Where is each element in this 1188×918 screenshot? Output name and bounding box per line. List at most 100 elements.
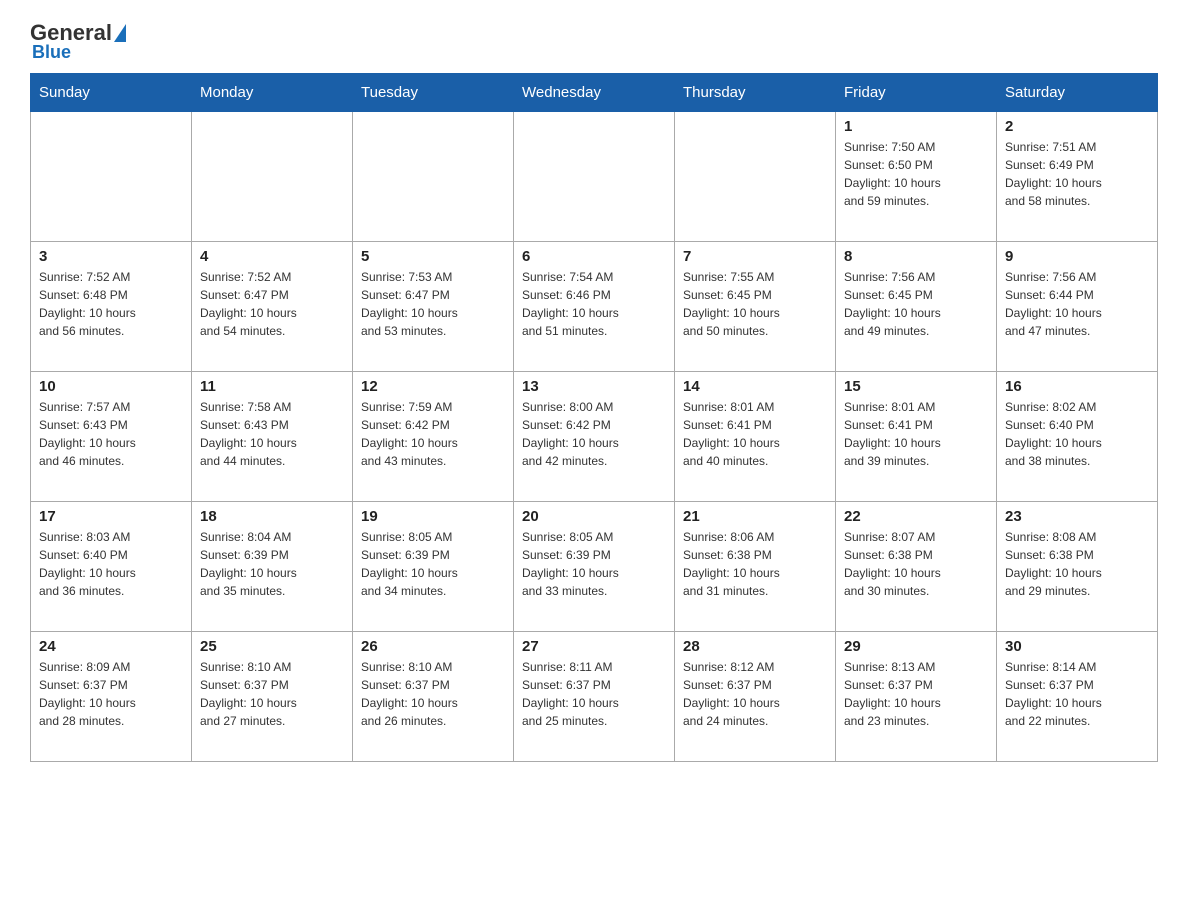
calendar-cell: 21 Sunrise: 8:06 AMSunset: 6:38 PMDayligh… (675, 502, 836, 632)
logo-blue-text: Blue (32, 42, 71, 63)
day-number: 23 (1005, 508, 1149, 525)
day-info: Sunrise: 8:14 AMSunset: 6:37 PMDaylight:… (1005, 658, 1149, 730)
day-info: Sunrise: 7:58 AMSunset: 6:43 PMDaylight:… (200, 398, 344, 470)
day-number: 21 (683, 508, 827, 525)
day-number: 10 (39, 378, 183, 395)
day-number: 22 (844, 508, 988, 525)
calendar-body: 1Sunrise: 7:50 AMSunset: 6:50 PMDaylight… (31, 112, 1158, 762)
calendar-cell (514, 112, 675, 242)
day-info: Sunrise: 8:01 AMSunset: 6:41 PMDaylight:… (844, 398, 988, 470)
calendar-cell: 1Sunrise: 7:50 AMSunset: 6:50 PMDaylight… (836, 112, 997, 242)
day-info: Sunrise: 7:53 AMSunset: 6:47 PMDaylight:… (361, 268, 505, 340)
day-info: Sunrise: 8:03 AMSunset: 6:40 PMDaylight:… (39, 528, 183, 600)
calendar-cell: 19 Sunrise: 8:05 AMSunset: 6:39 PMDayligh… (353, 502, 514, 632)
day-number: 7 (683, 248, 827, 265)
day-number: 16 (1005, 378, 1149, 395)
day-info: Sunrise: 8:01 AMSunset: 6:41 PMDaylight:… (683, 398, 827, 470)
weekday-header-saturday: Saturday (997, 74, 1158, 112)
day-number: 6 (522, 248, 666, 265)
calendar-cell: 22 Sunrise: 8:07 AMSunset: 6:38 PMDayligh… (836, 502, 997, 632)
calendar-cell: 7 Sunrise: 7:55 AMSunset: 6:45 PMDaylight… (675, 242, 836, 372)
day-number: 12 (361, 378, 505, 395)
day-info: Sunrise: 8:05 AMSunset: 6:39 PMDaylight:… (522, 528, 666, 600)
calendar-cell: 9 Sunrise: 7:56 AMSunset: 6:44 PMDaylight… (997, 242, 1158, 372)
calendar-cell: 27 Sunrise: 8:11 AMSunset: 6:37 PMDayligh… (514, 632, 675, 762)
day-number: 13 (522, 378, 666, 395)
calendar-cell: 2 Sunrise: 7:51 AMSunset: 6:49 PMDaylight… (997, 112, 1158, 242)
weekday-header-thursday: Thursday (675, 74, 836, 112)
calendar-cell (192, 112, 353, 242)
calendar-cell: 20 Sunrise: 8:05 AMSunset: 6:39 PMDayligh… (514, 502, 675, 632)
calendar-cell: 14 Sunrise: 8:01 AMSunset: 6:41 PMDayligh… (675, 372, 836, 502)
page-header: General Blue (30, 20, 1158, 63)
day-number: 28 (683, 638, 827, 655)
calendar-cell (31, 112, 192, 242)
day-info: Sunrise: 7:56 AMSunset: 6:45 PMDaylight:… (844, 268, 988, 340)
day-info: Sunrise: 7:52 AMSunset: 6:48 PMDaylight:… (39, 268, 183, 340)
calendar-cell (353, 112, 514, 242)
logo-triangle-icon (114, 24, 126, 42)
calendar-cell: 23 Sunrise: 8:08 AMSunset: 6:38 PMDayligh… (997, 502, 1158, 632)
calendar-cell: 30 Sunrise: 8:14 AMSunset: 6:37 PMDayligh… (997, 632, 1158, 762)
calendar-cell: 15 Sunrise: 8:01 AMSunset: 6:41 PMDayligh… (836, 372, 997, 502)
calendar-cell: 16 Sunrise: 8:02 AMSunset: 6:40 PMDayligh… (997, 372, 1158, 502)
day-number: 26 (361, 638, 505, 655)
day-info: Sunrise: 8:10 AMSunset: 6:37 PMDaylight:… (361, 658, 505, 730)
weekday-header-wednesday: Wednesday (514, 74, 675, 112)
weekday-header-row: SundayMondayTuesdayWednesdayThursdayFrid… (31, 74, 1158, 112)
day-info: Sunrise: 8:07 AMSunset: 6:38 PMDaylight:… (844, 528, 988, 600)
day-info: Sunrise: 8:11 AMSunset: 6:37 PMDaylight:… (522, 658, 666, 730)
day-number: 3 (39, 248, 183, 265)
day-info: Sunrise: 7:55 AMSunset: 6:45 PMDaylight:… (683, 268, 827, 340)
calendar-cell: 25Sunrise: 8:10 AMSunset: 6:37 PMDayligh… (192, 632, 353, 762)
day-info: Sunrise: 8:09 AMSunset: 6:37 PMDaylight:… (39, 658, 183, 730)
day-info: Sunrise: 8:04 AMSunset: 6:39 PMDaylight:… (200, 528, 344, 600)
day-info: Sunrise: 8:05 AMSunset: 6:39 PMDaylight:… (361, 528, 505, 600)
day-number: 4 (200, 248, 344, 265)
day-info: Sunrise: 8:06 AMSunset: 6:38 PMDaylight:… (683, 528, 827, 600)
day-info: Sunrise: 7:50 AMSunset: 6:50 PMDaylight:… (844, 138, 988, 210)
day-info: Sunrise: 8:08 AMSunset: 6:38 PMDaylight:… (1005, 528, 1149, 600)
calendar-cell: 8Sunrise: 7:56 AMSunset: 6:45 PMDaylight… (836, 242, 997, 372)
logo: General Blue (30, 20, 128, 63)
day-number: 5 (361, 248, 505, 265)
calendar-week-2: 3 Sunrise: 7:52 AMSunset: 6:48 PMDaylight… (31, 242, 1158, 372)
day-number: 9 (1005, 248, 1149, 265)
calendar-cell: 6 Sunrise: 7:54 AMSunset: 6:46 PMDaylight… (514, 242, 675, 372)
weekday-header-sunday: Sunday (31, 74, 192, 112)
day-number: 2 (1005, 118, 1149, 135)
calendar-week-4: 17 Sunrise: 8:03 AMSunset: 6:40 PMDayligh… (31, 502, 1158, 632)
day-number: 30 (1005, 638, 1149, 655)
day-info: Sunrise: 7:56 AMSunset: 6:44 PMDaylight:… (1005, 268, 1149, 340)
weekday-header-monday: Monday (192, 74, 353, 112)
day-info: Sunrise: 7:54 AMSunset: 6:46 PMDaylight:… (522, 268, 666, 340)
day-number: 27 (522, 638, 666, 655)
calendar-cell: 18 Sunrise: 8:04 AMSunset: 6:39 PMDayligh… (192, 502, 353, 632)
calendar-cell: 4 Sunrise: 7:52 AMSunset: 6:47 PMDaylight… (192, 242, 353, 372)
day-number: 17 (39, 508, 183, 525)
calendar-header: SundayMondayTuesdayWednesdayThursdayFrid… (31, 74, 1158, 112)
calendar-cell: 17 Sunrise: 8:03 AMSunset: 6:40 PMDayligh… (31, 502, 192, 632)
day-number: 14 (683, 378, 827, 395)
calendar-cell: 26 Sunrise: 8:10 AMSunset: 6:37 PMDayligh… (353, 632, 514, 762)
day-number: 15 (844, 378, 988, 395)
day-info: Sunrise: 8:13 AMSunset: 6:37 PMDaylight:… (844, 658, 988, 730)
calendar-week-3: 10Sunrise: 7:57 AMSunset: 6:43 PMDayligh… (31, 372, 1158, 502)
day-info: Sunrise: 7:51 AMSunset: 6:49 PMDaylight:… (1005, 138, 1149, 210)
calendar-cell: 29Sunrise: 8:13 AMSunset: 6:37 PMDayligh… (836, 632, 997, 762)
day-number: 19 (361, 508, 505, 525)
day-info: Sunrise: 8:00 AMSunset: 6:42 PMDaylight:… (522, 398, 666, 470)
day-number: 20 (522, 508, 666, 525)
day-number: 11 (200, 378, 344, 395)
weekday-header-friday: Friday (836, 74, 997, 112)
calendar-cell: 12Sunrise: 7:59 AMSunset: 6:42 PMDayligh… (353, 372, 514, 502)
calendar-cell: 24Sunrise: 8:09 AMSunset: 6:37 PMDayligh… (31, 632, 192, 762)
day-info: Sunrise: 8:12 AMSunset: 6:37 PMDaylight:… (683, 658, 827, 730)
calendar-cell: 5 Sunrise: 7:53 AMSunset: 6:47 PMDaylight… (353, 242, 514, 372)
calendar-cell: 10Sunrise: 7:57 AMSunset: 6:43 PMDayligh… (31, 372, 192, 502)
day-info: Sunrise: 7:52 AMSunset: 6:47 PMDaylight:… (200, 268, 344, 340)
day-number: 25 (200, 638, 344, 655)
day-info: Sunrise: 8:02 AMSunset: 6:40 PMDaylight:… (1005, 398, 1149, 470)
calendar-cell: 28 Sunrise: 8:12 AMSunset: 6:37 PMDayligh… (675, 632, 836, 762)
day-number: 18 (200, 508, 344, 525)
